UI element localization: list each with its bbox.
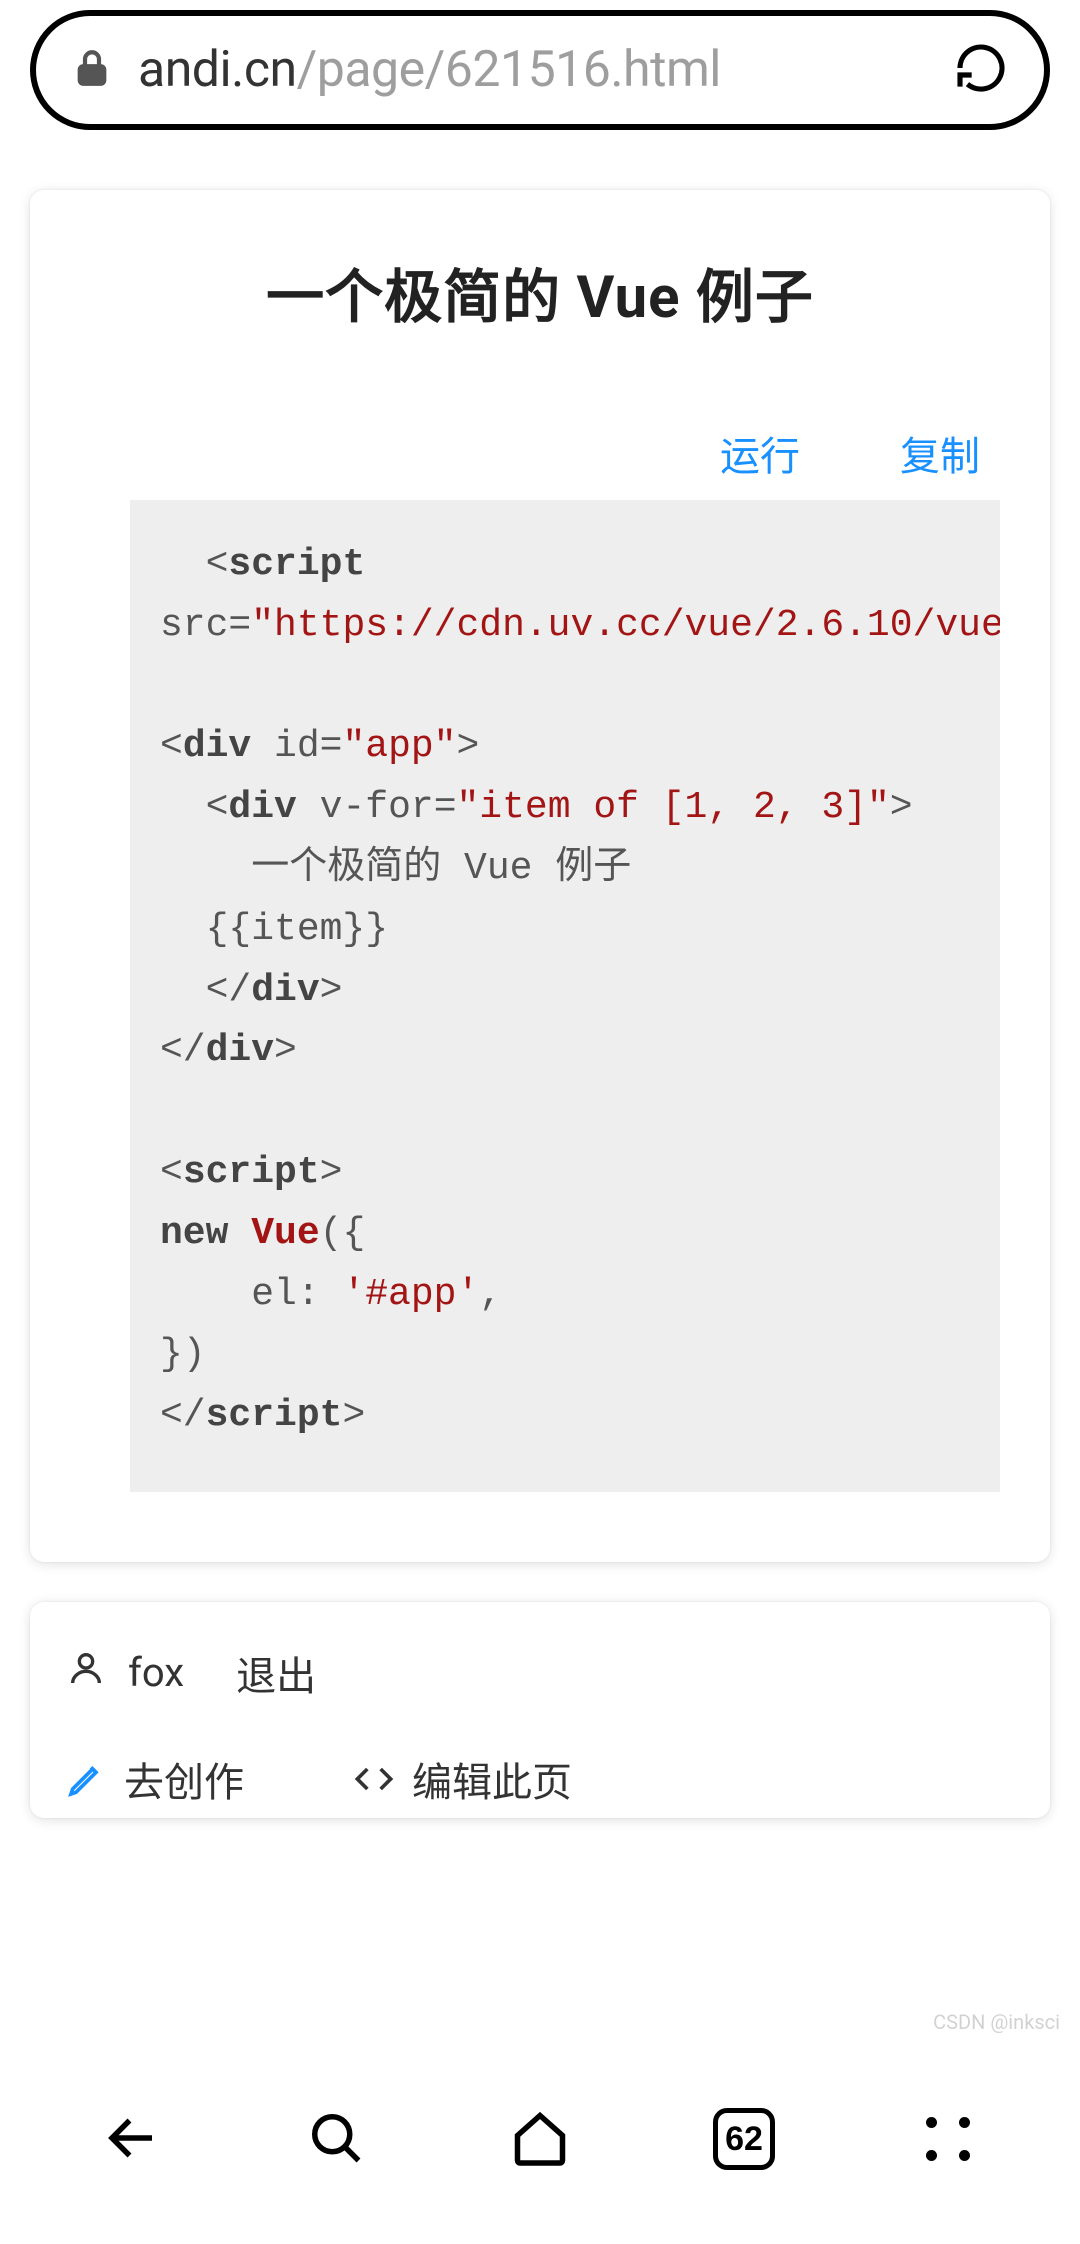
bottom-nav: 62 — [0, 2074, 1080, 2234]
watermark: CSDN @inksci — [933, 2010, 1060, 2034]
code-attr-src: src — [160, 604, 228, 647]
user-card: fox 退出 去创作 编辑此页 — [30, 1602, 1050, 1818]
home-button[interactable] — [500, 2099, 580, 2179]
run-button[interactable]: 运行 — [720, 424, 800, 482]
code-tag-div2: div — [228, 786, 296, 829]
code-val-id: "app" — [342, 725, 456, 768]
code-tag-script: script — [228, 543, 365, 586]
code-tag-script2: script — [183, 1151, 320, 1194]
code-val-vfor: "item of [1, 2, 3]" — [457, 786, 890, 829]
code-kw-new: new — [160, 1212, 228, 1255]
code-text-line: 一个极简的 Vue 例子 — [160, 847, 631, 890]
code-tag-div-close: div — [206, 1029, 274, 1072]
code-block: <script src="https://cdn.uv.cc/vue/2.6.1… — [130, 500, 1000, 1492]
code-attr-id: id — [274, 725, 320, 768]
code-val-src: "https://cdn.uv.cc/vue/2.6.10/vue.min.js… — [251, 604, 1000, 647]
code-el-val: '#app' — [342, 1273, 479, 1316]
create-button[interactable]: 去创作 — [66, 1750, 244, 1808]
search-icon — [306, 2108, 366, 2171]
action-row: 去创作 编辑此页 — [66, 1750, 1014, 1808]
code-tag-div2-close: div — [251, 969, 319, 1012]
create-label: 去创作 — [124, 1750, 244, 1808]
edit-page-label: 编辑此页 — [412, 1750, 572, 1808]
code-tag-script2-close: script — [206, 1394, 343, 1437]
code-interp-line: {{item}} — [160, 908, 388, 951]
code-tag-div: div — [183, 725, 251, 768]
tab-counter-icon: 62 — [713, 2108, 775, 2170]
search-button[interactable] — [296, 2099, 376, 2179]
copy-button[interactable]: 复制 — [900, 424, 980, 482]
arrow-left-icon — [102, 2108, 162, 2171]
logout-button[interactable]: 退出 — [236, 1644, 316, 1702]
menu-dots-icon — [926, 2117, 970, 2161]
user-row: fox 退出 — [66, 1644, 1014, 1702]
home-icon — [510, 2108, 570, 2171]
address-bar[interactable]: andi.cn/page/621516.html — [30, 10, 1050, 130]
page-title: 一个极简的 Vue 例子 — [80, 250, 1000, 334]
menu-button[interactable] — [908, 2099, 988, 2179]
tab-count: 62 — [725, 2120, 763, 2159]
url-text[interactable]: andi.cn/page/621516.html — [138, 41, 928, 99]
lock-icon — [71, 47, 113, 93]
code-attr-vfor: v-for — [320, 786, 434, 829]
back-button[interactable] — [92, 2099, 172, 2179]
code-actions: 运行 复制 — [80, 424, 1000, 482]
article-card: 一个极简的 Vue 例子 运行 复制 <script src="https://… — [30, 190, 1050, 1562]
code-el-key: el: — [160, 1273, 320, 1316]
tabs-button[interactable]: 62 — [704, 2099, 784, 2179]
user-icon — [66, 1648, 106, 1698]
content-area: 一个极简的 Vue 例子 运行 复制 <script src="https://… — [0, 130, 1080, 1818]
edit-page-button[interactable]: 编辑此页 — [354, 1750, 572, 1808]
url-path: /page/621516.html — [297, 41, 721, 99]
url-domain: andi.cn — [138, 41, 297, 99]
code-cls-vue: Vue — [251, 1212, 319, 1255]
username: fox — [128, 1649, 184, 1696]
reload-icon[interactable] — [953, 40, 1009, 100]
